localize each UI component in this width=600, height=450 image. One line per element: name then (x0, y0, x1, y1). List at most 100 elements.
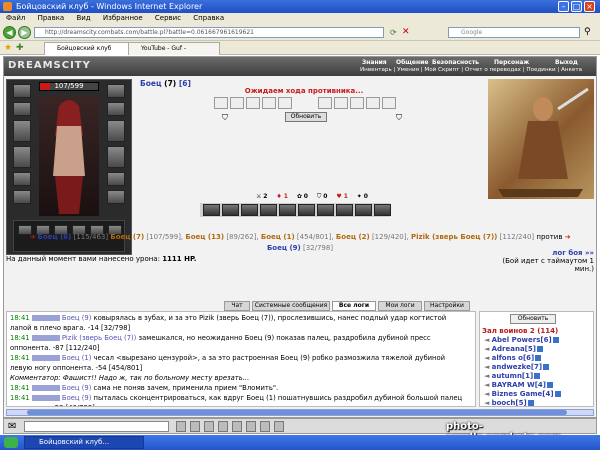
info-icon[interactable] (552, 337, 559, 343)
players-refresh-button[interactable]: Обновить (510, 314, 556, 324)
equip-slot-earrings[interactable] (107, 84, 125, 98)
ability-6[interactable] (298, 204, 315, 216)
add-favorite-icon[interactable]: ✚ (16, 43, 24, 53)
menu-edit[interactable]: Правка (38, 14, 65, 22)
defense-zone-3[interactable] (350, 97, 364, 109)
search-icon[interactable]: ⚲ (584, 27, 591, 37)
menu-tools[interactable]: Сервис (155, 14, 181, 22)
player-list-item[interactable]: ◄ autumn[1] (484, 372, 592, 381)
info-icon[interactable] (527, 400, 534, 406)
refresh-icon[interactable]: ⟳ (390, 28, 397, 37)
help-button[interactable] (274, 421, 284, 432)
ability-10[interactable] (374, 204, 391, 216)
url-field[interactable]: http://dreamscity.combats.com/battle.pl?… (34, 27, 384, 38)
ability-4[interactable] (260, 204, 277, 216)
refresh-button[interactable]: Обновить (285, 112, 327, 122)
stop-icon[interactable]: ✕ (402, 27, 410, 37)
equip-slot-armor[interactable] (13, 146, 31, 168)
enemy-1[interactable]: Боец (9) (267, 244, 301, 252)
favorites-star-icon[interactable]: ★ (4, 43, 12, 53)
log-fighter[interactable]: Боец (9) (62, 314, 94, 322)
fighter-1[interactable]: Боец (6) (38, 233, 72, 241)
start-button[interactable] (4, 437, 18, 448)
forward-button[interactable]: ▶ (18, 26, 31, 39)
menu-file[interactable]: Файл (6, 14, 25, 22)
equip-slot-pants[interactable] (107, 146, 125, 168)
attack-zone-1[interactable] (214, 97, 228, 109)
tab-youtube[interactable]: YouTube - Guf - Metropolitan.. (128, 42, 220, 64)
fight-log-link[interactable]: лог боя »» (488, 249, 594, 257)
game-menu-security[interactable]: Безопасность (432, 59, 479, 66)
game-submenu[interactable]: Инвентарь | Умения | Мой Скрипт | Отчет … (360, 67, 582, 73)
info-icon[interactable] (546, 382, 553, 388)
defense-zone-5[interactable] (382, 97, 396, 109)
menu-help[interactable]: Справка (193, 14, 224, 22)
equip-slot-boots[interactable] (107, 172, 125, 186)
player-list-item[interactable]: ◄ Adreana[5] (484, 345, 592, 354)
player-list-item[interactable]: ◄ BAYRAM W[4] (484, 381, 592, 390)
tab-chat[interactable]: Чат (224, 301, 250, 311)
private-message-icon[interactable]: ◄ (484, 381, 492, 389)
menu-favorites[interactable]: Избранное (103, 14, 143, 22)
scroll-thumb[interactable] (27, 410, 567, 415)
tab-combats[interactable]: Бойцовский клуб (44, 42, 136, 55)
defense-zone-4[interactable] (366, 97, 380, 109)
player-list-item[interactable]: ◄ alfons o[6] (484, 354, 592, 363)
translit-button[interactable] (218, 421, 228, 432)
info-icon[interactable] (543, 364, 550, 370)
info-icon[interactable] (554, 391, 561, 397)
sound-button[interactable] (246, 421, 256, 432)
private-message-icon[interactable]: ◄ (484, 354, 492, 362)
taskbar-item[interactable]: Бойцовский клуб... (24, 436, 144, 449)
player-list-item[interactable]: ◄ andwezke[7] (484, 363, 592, 372)
private-message-icon[interactable]: ◄ (484, 336, 492, 344)
info-icon[interactable] (534, 373, 541, 379)
attack-zone-4[interactable] (262, 97, 276, 109)
info-icon[interactable] (536, 346, 543, 352)
player-list-item[interactable]: ◄ booch[5] (484, 399, 592, 406)
private-message-icon[interactable]: ◄ (484, 399, 492, 406)
chat-input[interactable] (24, 421, 169, 432)
equip-slot-belt[interactable] (13, 172, 31, 186)
close-button[interactable]: × (584, 1, 595, 12)
tab-all-logs[interactable]: Все логи (332, 301, 376, 311)
send-button[interactable] (176, 421, 186, 432)
player-list-item[interactable]: ◄ Biznes Game[4] (484, 390, 592, 399)
ability-3[interactable] (241, 204, 258, 216)
search-field[interactable]: Google (448, 27, 580, 38)
defense-zone-1[interactable] (318, 97, 332, 109)
private-message-icon[interactable]: ◄ (484, 372, 492, 380)
log-fighter[interactable]: Боец (1) (62, 354, 94, 362)
minimize-button[interactable]: – (558, 1, 569, 12)
player-list-item[interactable]: ◄ Abel Powers[6] (484, 336, 592, 345)
chat-icon[interactable]: ✉ (8, 421, 16, 432)
info-icon[interactable] (535, 355, 542, 361)
ability-8[interactable] (336, 204, 353, 216)
maximize-button[interactable]: □ (571, 1, 582, 12)
fighter-2[interactable]: Боец (7) (110, 233, 144, 241)
smiles-button[interactable] (204, 421, 214, 432)
attack-zone-5[interactable] (278, 97, 292, 109)
equip-slot-ring[interactable] (107, 102, 125, 116)
private-message-icon[interactable]: ◄ (484, 390, 492, 398)
attack-zone-3[interactable] (246, 97, 260, 109)
private-message-icon[interactable]: ◄ (484, 363, 492, 371)
fighter-6[interactable]: Pizik (зверь Боец (7)) (411, 233, 497, 241)
ability-9[interactable] (355, 204, 372, 216)
attack-zone-2[interactable] (230, 97, 244, 109)
tab-settings[interactable]: Настройки (424, 301, 470, 311)
game-menu-exit[interactable]: Выход (555, 59, 578, 66)
menu-view[interactable]: Вид (76, 14, 90, 22)
equip-slot-gloves[interactable] (13, 190, 31, 204)
equip-slot-bracers[interactable] (107, 190, 125, 204)
ability-2[interactable] (222, 204, 239, 216)
back-button[interactable]: ◀ (3, 26, 16, 39)
equip-slot-amulet[interactable] (13, 102, 31, 116)
equip-slot-weapon[interactable] (13, 120, 31, 142)
ability-5[interactable] (279, 204, 296, 216)
log-fighter[interactable]: Pizik (зверь Боец (7)) (62, 334, 139, 342)
player-name[interactable]: Боец (7) [6] (140, 79, 191, 88)
equip-slot-shield[interactable] (107, 120, 125, 142)
tab-my-logs[interactable]: Мои логи (378, 301, 422, 311)
private-message-icon[interactable]: ◄ (484, 345, 492, 353)
